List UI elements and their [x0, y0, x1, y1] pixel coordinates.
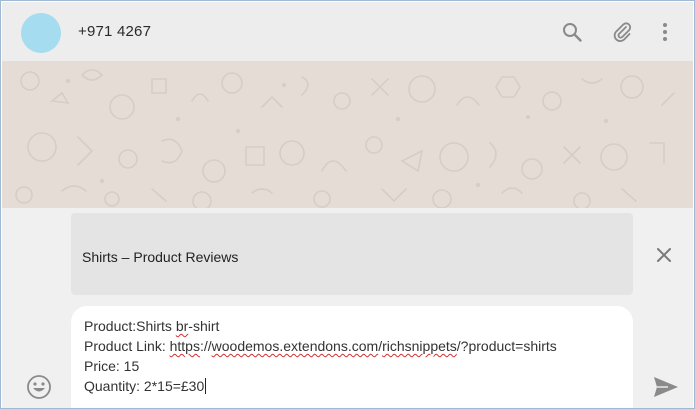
- search-icon[interactable]: [561, 21, 583, 43]
- contact-name[interactable]: +971 4267: [78, 23, 151, 40]
- link-preview[interactable]: Shirts – Product Reviews: [71, 213, 633, 295]
- link-preview-title: Shirts – Product Reviews: [82, 249, 239, 265]
- message-line-4: Quantity: 2*15=£30: [84, 378, 207, 394]
- close-icon: [657, 248, 671, 262]
- line4-text: Quantity: 2*15=£30: [84, 378, 205, 394]
- emoji-button[interactable]: [26, 374, 52, 400]
- emoji-icon: [27, 375, 51, 399]
- attach-icon[interactable]: [611, 21, 633, 43]
- line2-word-1: https: [169, 338, 200, 354]
- message-line-1: Product:Shirts br-shirt: [84, 318, 219, 334]
- avatar[interactable]: [21, 13, 61, 53]
- line1-misspelled-word: br: [175, 318, 189, 334]
- chat-header: +971 4267: [2, 2, 693, 62]
- send-button[interactable]: [652, 375, 680, 399]
- message-line-3: Price: 15: [84, 358, 140, 374]
- line1-suffix: -shirt: [188, 318, 220, 334]
- message-line-2: Product Link: https://woodemos.extendons…: [84, 338, 557, 354]
- compose-panel: Shirts – Product Reviews Product:Shirts …: [2, 208, 693, 408]
- chat-wallpaper: [2, 61, 693, 208]
- line2-prefix: Product Link:: [84, 338, 170, 354]
- send-icon: [654, 377, 678, 397]
- line2-word-3: richsnippets: [382, 338, 457, 354]
- line2-word-2: woodemos.extendons.com: [211, 338, 379, 354]
- line2-sep-1: ://: [199, 338, 212, 354]
- line2-sep-3: /?product=shirts: [456, 338, 557, 354]
- wallpaper-doodles: [15, 69, 675, 208]
- line1-prefix: Product:Shirts: [84, 318, 176, 334]
- close-preview-button[interactable]: [653, 244, 675, 266]
- message-input[interactable]: Product:Shirts br-shirt Product Link: ht…: [71, 306, 633, 408]
- menu-icon[interactable]: [661, 21, 669, 43]
- whatsapp-window: +971 4267 Shirts – Product Reviews Produ…: [0, 0, 695, 409]
- text-cursor: [205, 378, 207, 394]
